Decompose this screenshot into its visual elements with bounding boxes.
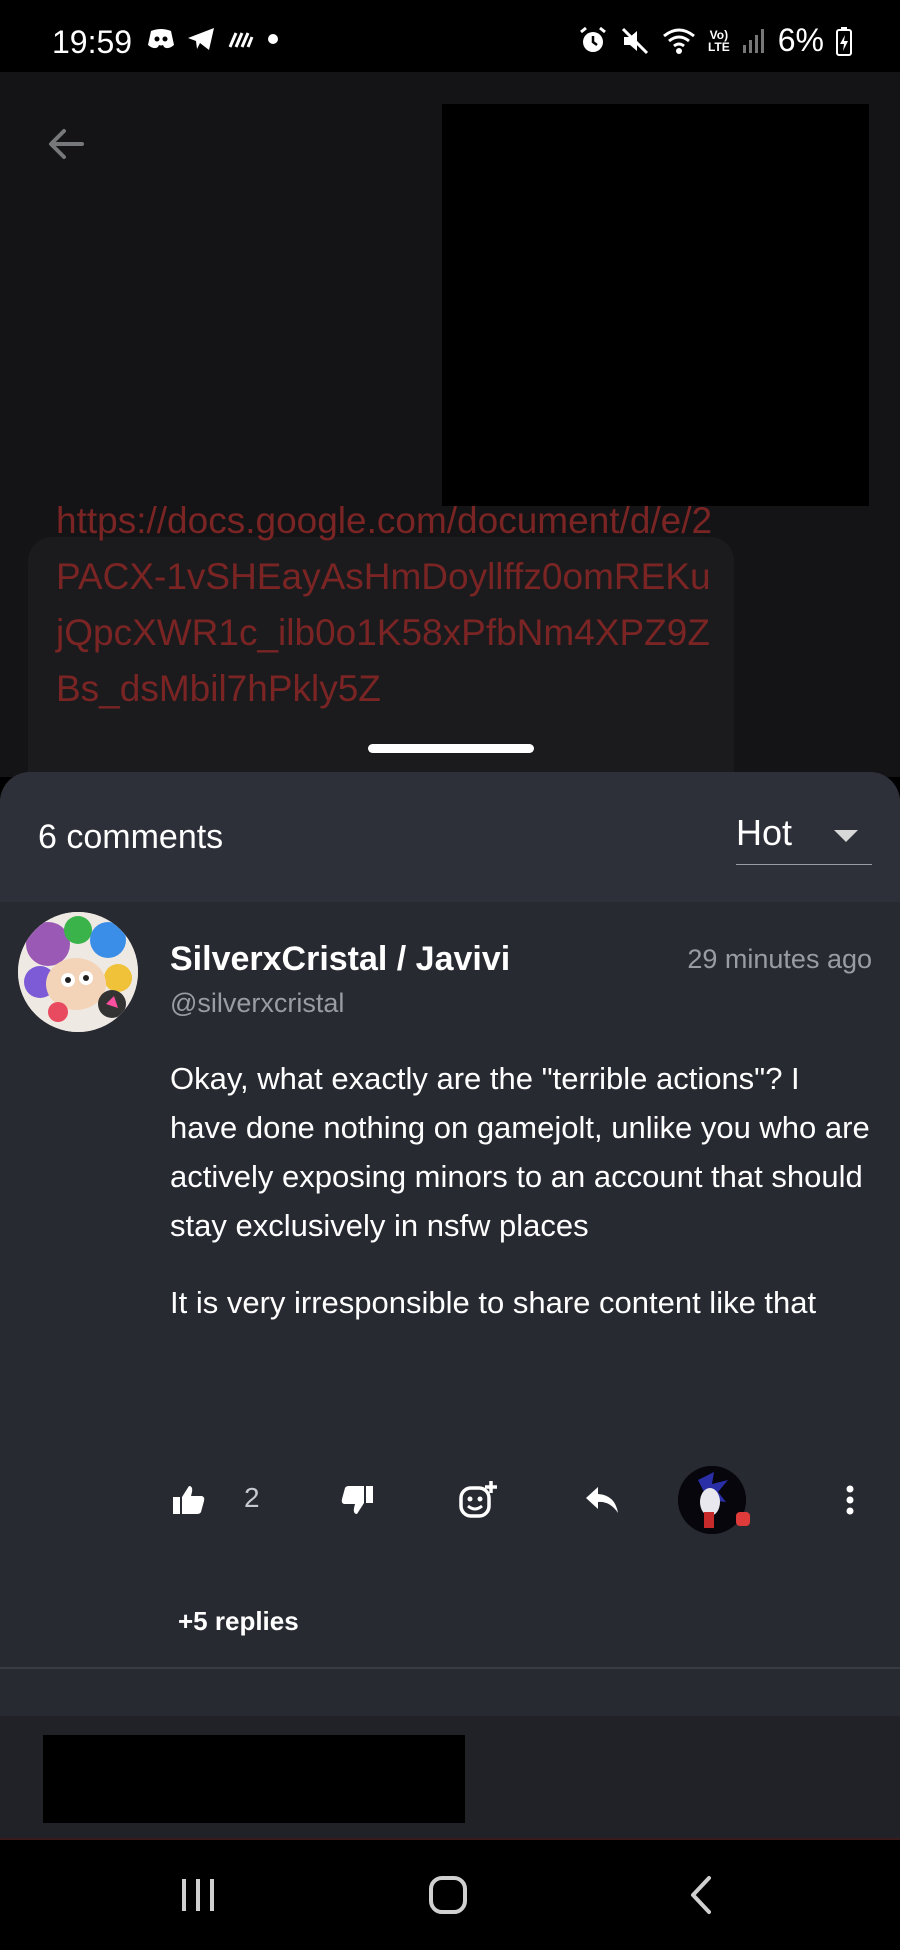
thumbs-up-icon [173,1486,205,1514]
recent-apps-button[interactable] [168,1870,228,1920]
sort-selected: Hot [736,812,793,853]
comments-header: 6 comments Hot [0,772,900,902]
reply-icon [586,1487,618,1513]
post-link[interactable]: https://docs.google.com/document/d/e/2PA… [56,493,716,717]
status-bar: 19:59 Vo) LTE 6% [0,0,900,72]
comment-handle[interactable]: @silverxcristal [170,988,344,1019]
back-button[interactable] [42,120,90,168]
system-icons: Vo) LTE 6% [578,22,852,59]
like-count: 2 [244,1482,260,1513]
wifi-icon [663,28,695,54]
divider [0,1667,900,1669]
status-dot [736,1512,750,1526]
chevron-left-icon [691,1876,711,1914]
comments-count: 6 comments [38,818,224,856]
notification-icons [146,26,280,52]
comment-paragraph: Okay, what exactly are the "terrible act… [170,1061,870,1243]
replies-link[interactable]: +5 replies [178,1606,299,1637]
avatar[interactable] [18,912,138,1032]
reply-button[interactable] [576,1460,628,1540]
comment-actions: 2 [0,1460,900,1540]
recent-apps-icon [182,1879,214,1911]
system-nav-bar [0,1840,900,1950]
home-icon [429,1876,467,1914]
back-nav-button[interactable] [672,1870,732,1920]
comment-paragraph: It is very irresponsible to share conten… [170,1285,817,1320]
home-button[interactable] [418,1870,478,1920]
post-image[interactable] [442,104,869,506]
dot-icon [268,34,278,44]
more-vertical-icon [846,1485,854,1515]
discord-icon [148,29,174,49]
sheet-drag-handle[interactable] [368,744,534,753]
alarm-icon [580,26,606,52]
cell-signal-icon [742,28,764,53]
signal-waves-icon [228,32,254,48]
battery-percent: 6% [777,22,824,58]
caret-down-icon [834,830,858,842]
comment-body: Okay, what exactly are the "terrible act… [170,1054,870,1355]
add-reaction-button[interactable] [452,1460,504,1540]
clock: 19:59 [52,24,133,60]
telegram-icon [188,28,214,50]
comments-sheet: 6 comments Hot SilverxCristal / Javivi @… [0,772,900,1839]
like-button[interactable] [164,1460,214,1540]
more-options-button[interactable] [830,1460,870,1540]
comment-timestamp: 29 minutes ago [687,944,872,974]
volte-icon: Vo) LTE [707,27,730,54]
dislike-button[interactable] [332,1460,382,1540]
comment-author[interactable]: SilverxCristal / Javivi [170,940,510,979]
emoji-add-icon [459,1481,497,1518]
thumbs-down-icon [341,1486,373,1514]
mute-icon [621,27,649,54]
arrow-left-icon [49,129,84,159]
battery-charging-icon [836,26,852,56]
sort-dropdown[interactable]: Hot [736,812,872,865]
redacted-block [43,1735,465,1823]
